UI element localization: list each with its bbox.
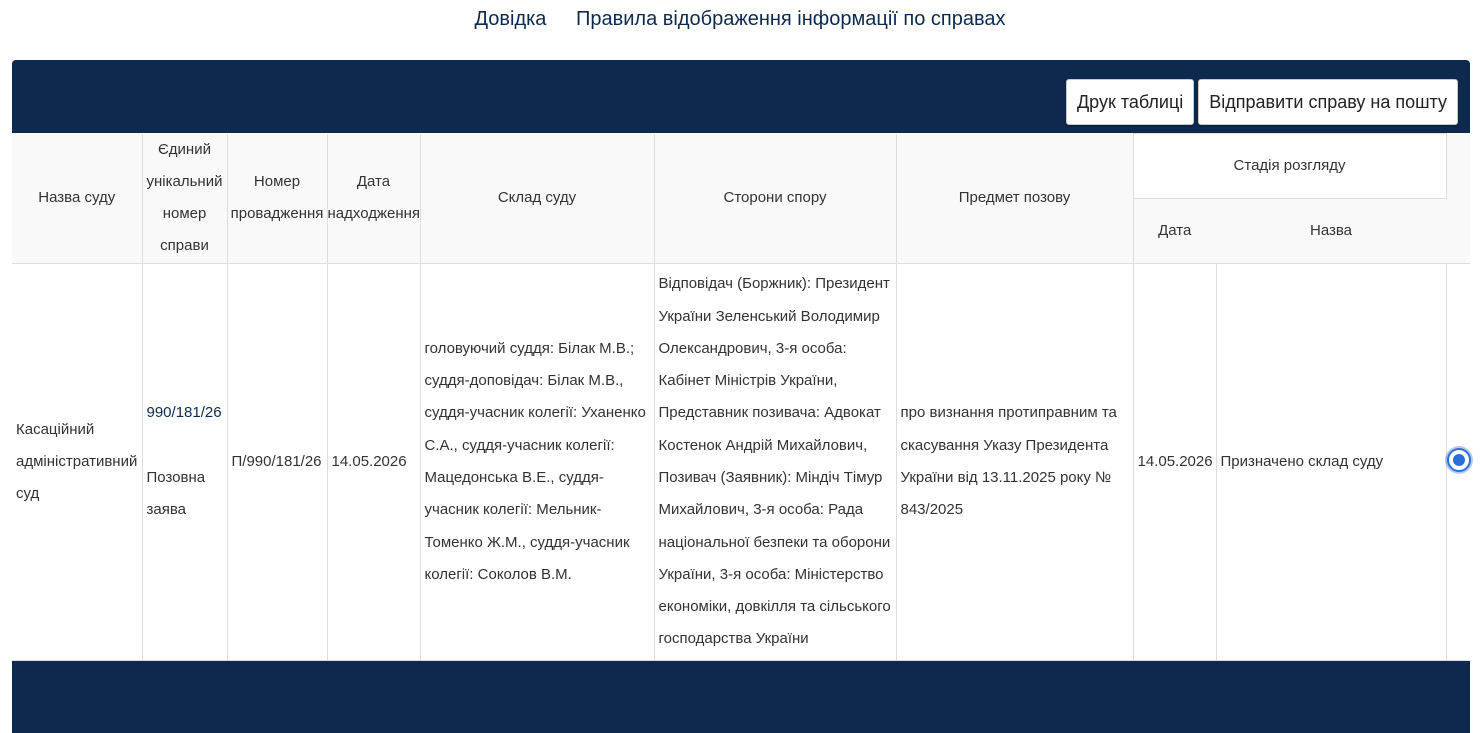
select-cell [1445,263,1471,661]
case-table: Назва суду Єдиний унікальний номер справ… [12,133,1471,661]
help-link[interactable]: Довідка [474,8,546,30]
parties-cell: Відповідач (Боржник): Президент України … [653,263,896,661]
header-received-date: Дата надходження [326,133,420,264]
case-number-link[interactable]: 990/181/26 [147,404,222,421]
header-unique-number: Єдиний унікальний номер справи [141,133,227,264]
top-links: Довідка Правила відображення інформації … [0,8,1480,31]
header-court-composition: Склад суду [419,133,654,264]
stage-date-cell: 14.05.2026 [1132,263,1216,661]
header-parties: Сторони спору [653,133,896,264]
header-stage-name: Назва [1216,198,1447,264]
case-table-wrap: Назва суду Єдиний унікальний номер справ… [12,133,1471,661]
subject-cell: про визнання протиправним та скасування … [895,263,1133,661]
stage-name-cell: Призначено склад суду [1215,263,1447,661]
radio-dot [1452,453,1465,466]
print-table-button[interactable]: Друк таблиці [1065,79,1195,125]
unique-number-cell: 990/181/26 Позовна заява [141,263,227,661]
send-case-email-button[interactable]: Відправити справу на пошту [1198,79,1458,125]
received-date-cell: 14.05.2026 [326,263,420,661]
header-stage-date: Дата [1132,198,1216,264]
header-proceeding-number: Номер провадження [226,133,327,264]
document-type: Позовна заява [146,469,206,519]
toolbar: Друк таблиці Відправити справу на пошту [1065,79,1458,125]
header-select [1446,133,1471,264]
proceeding-number-cell: П/990/181/26 [226,263,327,661]
court-composition-cell: головуючий суддя: Білак М.В.; суддя-допо… [419,263,654,661]
header-subject: Предмет позову [895,133,1133,264]
table-row: Касаційний адміністративний суд 990/181/… [12,263,1471,661]
rules-link[interactable]: Правила відображення інформації по справ… [576,8,1006,30]
header-court-name: Назва суду [12,133,142,264]
header-stage: Стадія розгляду [1132,133,1447,199]
court-name-cell: Касаційний адміністративний суд [12,263,142,661]
radio-selected-icon[interactable] [1446,447,1471,472]
